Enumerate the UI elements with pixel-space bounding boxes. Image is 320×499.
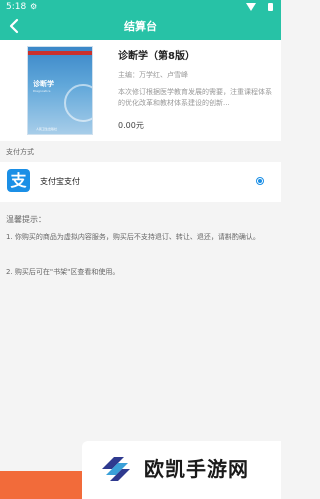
app-bar: 结算台 <box>0 14 281 40</box>
wifi-icon <box>246 3 256 11</box>
alipay-icon: 支 <box>7 169 30 192</box>
book-title: 诊断学（第8版） <box>118 51 195 62</box>
book-author: 主编：万学红、卢雪峰 <box>118 71 188 79</box>
watermark-text: 欧凯手游网 <box>144 457 249 481</box>
book-price: 0.00元 <box>118 121 144 130</box>
notice-item-1: 1. 你购买的商品为虚拟内容服务，购买后不支持退订、转让、退还，请斟酌确认。 <box>6 233 260 241</box>
payment-radio[interactable] <box>256 177 264 185</box>
payment-section-label: 支付方式 <box>6 148 34 156</box>
cover-subtitle: Diagnostics <box>33 89 51 93</box>
battery-icon <box>268 3 273 11</box>
gear-icon: ⚙ <box>30 2 38 11</box>
notice-item-2: 2. 购买后可在"书架"区查看和使用。 <box>6 268 120 276</box>
book-card: 诊断学 Diagnostics 人民卫生出版社 诊断学（第8版） 主编：万学红、… <box>0 40 281 141</box>
status-time: 5:18 <box>6 2 27 12</box>
cover-strip <box>28 51 92 55</box>
status-bar: 5:18 ⚙ <box>0 0 281 14</box>
payment-method-label: 支付宝支付 <box>40 177 80 186</box>
watermark-logo-icon <box>102 457 130 481</box>
cover-title: 诊断学 <box>33 80 54 88</box>
watermark: 欧凯手游网 <box>82 441 281 499</box>
notice-title: 温馨提示： <box>6 215 46 224</box>
page-title: 结算台 <box>124 20 157 33</box>
book-description: 本次修订根据医学教育发展的需要，注重课程体系的优化改革和教材体系建设的创新... <box>118 88 272 107</box>
cover-publisher: 人民卫生出版社 <box>36 127 58 131</box>
book-cover: 诊断学 Diagnostics 人民卫生出版社 <box>27 46 93 135</box>
payment-method-alipay[interactable]: 支 支付宝支付 <box>0 162 281 202</box>
cover-decoration <box>64 84 92 122</box>
